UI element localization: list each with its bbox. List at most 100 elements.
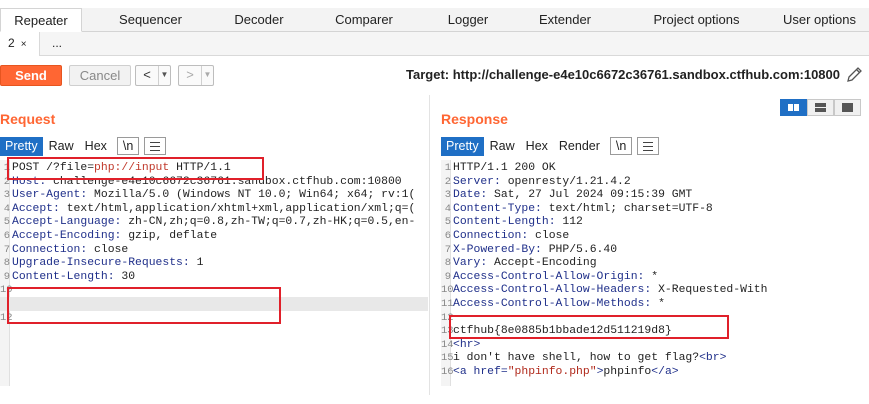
code-token: Content-Length: bbox=[453, 216, 563, 229]
code-token: Vary: bbox=[453, 257, 495, 270]
request-tab-newline[interactable]: \n bbox=[116, 137, 140, 155]
code-text: Upgrade-Insecure-Requests: 1 bbox=[12, 257, 203, 271]
line-number: 4 bbox=[444, 202, 451, 215]
layout-toggle bbox=[780, 99, 861, 116]
tab-user-options[interactable]: User options bbox=[770, 8, 869, 31]
tab-sequencer[interactable]: Sequencer bbox=[82, 8, 219, 31]
request-tab-hex[interactable]: Hex bbox=[80, 137, 112, 156]
request-title: Request bbox=[0, 111, 56, 127]
code-line: 10 Access-Control-Allow-Headers: X-Reques… bbox=[441, 284, 767, 298]
code-token: "phpinfo.php" bbox=[507, 366, 597, 378]
pencil-icon[interactable] bbox=[845, 64, 865, 84]
line-number: 8 bbox=[3, 257, 10, 270]
tab-comparer[interactable]: Comparer bbox=[299, 8, 429, 31]
code-line: 5 Accept-Language: zh-CN,zh;q=0.8,zh-TW;q… bbox=[0, 216, 416, 230]
code-token: PHP/5.6.40 bbox=[548, 243, 618, 256]
code-token: phpinfo bbox=[603, 366, 652, 378]
forward-dropdown-icon[interactable]: ▼ bbox=[201, 66, 213, 85]
code-token: 112 bbox=[562, 216, 583, 229]
line-number: 15 bbox=[441, 352, 454, 365]
response-editor[interactable]: 1 HTTP/1.1 200 OK 2 Server: openresty/1.21.… bbox=[441, 160, 869, 386]
code-token: i don't have shell, how to get flag? bbox=[453, 352, 700, 365]
code-token: <a bbox=[453, 366, 474, 378]
repeater-tab-label: 2 bbox=[8, 36, 15, 50]
code-text: <a href="phpinfo.php">phpinfo</a> bbox=[453, 366, 679, 380]
code-text: Access-Control-Allow-Methods: * bbox=[453, 298, 665, 312]
code-text: Access-Control-Allow-Origin: * bbox=[453, 271, 658, 285]
code-line: 8 Upgrade-Insecure-Requests: 1 bbox=[0, 257, 204, 271]
code-text: Access-Control-Allow-Headers: X-Requeste… bbox=[453, 284, 767, 298]
code-line: 3 User-Agent: Mozilla/5.0 (Windows NT 10.… bbox=[0, 189, 416, 203]
tab-extender[interactable]: Extender bbox=[507, 8, 623, 31]
repeater-tab-bar: 2 × ... bbox=[0, 32, 869, 56]
highlight-request-body bbox=[7, 287, 281, 324]
code-line: 6 Connection: close bbox=[441, 230, 570, 244]
cancel-button[interactable]: Cancel bbox=[69, 65, 131, 86]
repeater-tab-2[interactable]: 2 × bbox=[0, 32, 40, 56]
request-tab-pretty[interactable]: Pretty bbox=[0, 136, 43, 156]
line-number: 7 bbox=[3, 243, 10, 256]
code-token: Access-Control-Allow-Methods: bbox=[453, 298, 659, 310]
layout-side-by-side-icon[interactable] bbox=[780, 99, 807, 116]
code-line: 16 <a href="phpinfo.php">phpinfo</a> bbox=[441, 366, 679, 380]
request-tab-raw[interactable]: Raw bbox=[44, 137, 79, 156]
response-tab-render[interactable]: Render bbox=[554, 137, 605, 156]
line-number: 4 bbox=[3, 202, 10, 215]
code-token: 30 bbox=[121, 270, 136, 283]
code-line: 15 i don't have shell, how to get flag?<b… bbox=[441, 352, 726, 366]
code-line: 1 HTTP/1.1 200 OK bbox=[441, 162, 556, 176]
tab-decoder[interactable]: Decoder bbox=[219, 8, 299, 31]
line-number: 9 bbox=[3, 270, 10, 283]
response-view-tabs: Pretty Raw Hex Render \n bbox=[441, 136, 660, 156]
layout-stacked-icon[interactable] bbox=[807, 99, 834, 116]
line-number: 3 bbox=[444, 189, 451, 202]
send-button[interactable]: Send bbox=[0, 65, 62, 86]
response-tab-raw[interactable]: Raw bbox=[485, 137, 520, 156]
code-line: 5 Content-Length: 112 bbox=[441, 216, 583, 230]
code-text: Vary: Accept-Encoding bbox=[453, 257, 597, 271]
code-line: 3 Date: Sat, 27 Jul 2024 09:15:39 GMT bbox=[441, 189, 693, 203]
layout-single-icon[interactable] bbox=[834, 99, 861, 116]
repeater-tab-more[interactable]: ... bbox=[40, 32, 80, 56]
code-text: Content-Length: 112 bbox=[453, 216, 583, 230]
code-line: 11 Access-Control-Allow-Methods: * bbox=[441, 298, 665, 312]
code-token: Access-Control-Allow-Headers: bbox=[453, 284, 659, 297]
toolbar: Send Cancel < ▼ > ▼ Target: http://chall… bbox=[0, 56, 869, 94]
code-line: 4 Content-Type: text/html; charset=UTF-8 bbox=[441, 202, 713, 217]
code-token: Access-Control-Allow-Origin: bbox=[453, 270, 652, 283]
code-token: * bbox=[658, 298, 665, 310]
response-tab-pretty[interactable]: Pretty bbox=[441, 136, 484, 156]
panel-splitter[interactable] bbox=[429, 95, 430, 395]
response-tab-hex[interactable]: Hex bbox=[521, 137, 553, 156]
code-text: Content-Length: 30 bbox=[12, 271, 135, 285]
back-arrow-icon[interactable]: < bbox=[136, 66, 158, 85]
request-menu-icon[interactable] bbox=[144, 137, 167, 155]
line-number: 10 bbox=[441, 284, 454, 297]
line-number: 14 bbox=[441, 338, 454, 351]
back-dropdown-icon[interactable]: ▼ bbox=[158, 66, 170, 85]
code-token: Server: bbox=[453, 175, 508, 188]
tab-project-options[interactable]: Project options bbox=[623, 8, 770, 31]
response-tab-newline[interactable]: \n bbox=[609, 137, 633, 155]
line-number: 7 bbox=[444, 243, 451, 256]
code-line: 7 X-Powered-By: PHP/5.6.40 bbox=[441, 243, 617, 258]
code-token: Connection: bbox=[453, 230, 536, 242]
line-number: 8 bbox=[444, 257, 451, 270]
line-number: 5 bbox=[3, 216, 10, 229]
request-editor[interactable]: 1 POST /?file=php://input HTTP/1.1 2 Host: … bbox=[0, 160, 428, 386]
code-text: Accept: text/html,application/xhtml+xml,… bbox=[12, 203, 415, 217]
code-token: Date: bbox=[453, 189, 495, 202]
code-token: </a> bbox=[651, 366, 679, 378]
code-token: Accept-Encoding bbox=[494, 257, 597, 270]
code-token: Mozilla/5.0 (Windows NT 10.0; Win64; x64… bbox=[94, 189, 416, 202]
tab-repeater[interactable]: Repeater bbox=[0, 8, 82, 32]
code-text: X-Powered-By: PHP/5.6.40 bbox=[453, 244, 617, 258]
response-menu-icon[interactable] bbox=[637, 137, 660, 155]
tab-logger[interactable]: Logger bbox=[429, 8, 507, 31]
code-token: Sat, 27 Jul 2024 09:15:39 GMT bbox=[494, 189, 693, 202]
code-text: HTTP/1.1 200 OK bbox=[453, 162, 556, 176]
close-icon[interactable]: × bbox=[21, 39, 27, 50]
line-number: 3 bbox=[3, 189, 10, 202]
forward-arrow-icon[interactable]: > bbox=[179, 66, 201, 85]
code-token: text/html,application/xhtml+xml,applicat… bbox=[66, 202, 416, 215]
